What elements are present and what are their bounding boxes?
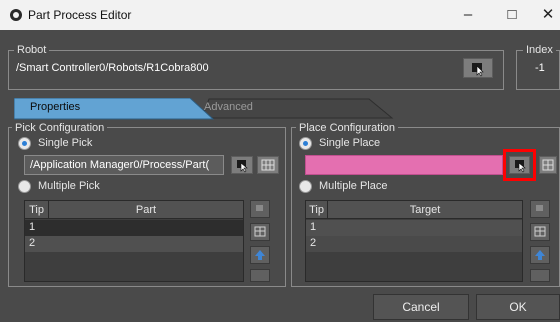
cursor-select-icon: [472, 63, 484, 77]
title-bar: Part Process Editor – □ ✕: [0, 0, 560, 30]
cursor-select-icon: [237, 160, 248, 173]
app-icon: [10, 9, 22, 21]
grid-icon: [542, 159, 554, 171]
pick-move-up-button[interactable]: [250, 246, 270, 264]
pick-row-tip: 2: [29, 237, 36, 249]
pick-path-field[interactable]: /Application Manager0/Process/Part(: [24, 155, 224, 175]
place-grid-button[interactable]: [539, 156, 557, 174]
place-row-tip: 2: [310, 237, 317, 249]
pick-move-down-button[interactable]: [250, 269, 270, 282]
single-place-radio[interactable]: [299, 137, 312, 150]
ok-button[interactable]: OK: [476, 294, 560, 320]
place-select-button[interactable]: [509, 156, 530, 174]
pick-grid-list-button[interactable]: [250, 223, 270, 241]
place-move-down-button[interactable]: [530, 269, 550, 282]
single-pick-radio[interactable]: [18, 137, 31, 150]
cancel-button[interactable]: Cancel: [373, 294, 469, 320]
close-button[interactable]: ✕: [537, 4, 559, 26]
pick-table: Tip Part 1 2: [24, 200, 244, 282]
pick-table-header: Tip Part: [25, 201, 243, 219]
maximize-button[interactable]: □: [501, 4, 523, 26]
pick-add-button[interactable]: [250, 200, 270, 218]
place-grid-list-button[interactable]: [530, 223, 550, 241]
tab-advanced[interactable]: Advanced: [204, 101, 253, 113]
place-col-target: Target: [409, 204, 441, 216]
place-path-field[interactable]: [305, 155, 503, 175]
cursor-select-icon: [515, 160, 526, 173]
grid-icon: [534, 226, 546, 237]
pick-select-button[interactable]: [231, 156, 253, 174]
pick-col-tip: Tip: [25, 201, 49, 219]
grid-icon: [254, 226, 266, 237]
index-legend: Index: [523, 44, 556, 56]
table-row[interactable]: 2: [306, 236, 522, 252]
robot-path: /Smart Controller0/Robots/R1Cobra800: [16, 62, 209, 74]
pick-row-tip: 1: [29, 221, 36, 233]
robot-legend: Robot: [14, 44, 50, 56]
pick-grid-button[interactable]: [257, 156, 279, 174]
multiple-pick-label: Multiple Pick: [38, 180, 100, 192]
place-add-button[interactable]: [530, 200, 550, 218]
multiple-pick-radio[interactable]: [18, 180, 31, 193]
pick-col-part: Part: [135, 204, 157, 216]
table-row[interactable]: 1: [25, 220, 243, 236]
place-legend: Place Configuration: [296, 122, 399, 134]
cursor-select-icon: [256, 205, 263, 211]
minimize-button[interactable]: –: [457, 4, 479, 26]
index-value: -1: [535, 62, 545, 74]
arrow-up-icon: [535, 250, 545, 260]
place-table: Tip Target 1 2: [305, 200, 523, 282]
table-row[interactable]: 2: [25, 236, 243, 252]
place-table-header: Tip Target: [306, 201, 522, 219]
pick-legend: Pick Configuration: [12, 122, 108, 134]
single-place-label: Single Place: [319, 137, 381, 149]
table-row[interactable]: 1: [306, 220, 522, 236]
multiple-place-label: Multiple Place: [319, 180, 388, 192]
place-move-up-button[interactable]: [530, 246, 550, 264]
multiple-place-radio[interactable]: [299, 180, 312, 193]
window-title: Part Process Editor: [28, 8, 132, 22]
grid-icon: [261, 159, 275, 171]
robot-select-button[interactable]: [463, 58, 493, 78]
tab-properties[interactable]: Properties: [30, 101, 80, 113]
arrow-up-icon: [255, 250, 265, 260]
single-pick-label: Single Pick: [38, 137, 93, 149]
cursor-select-icon: [536, 205, 543, 211]
place-col-tip: Tip: [306, 201, 328, 219]
place-row-tip: 1: [310, 221, 317, 233]
